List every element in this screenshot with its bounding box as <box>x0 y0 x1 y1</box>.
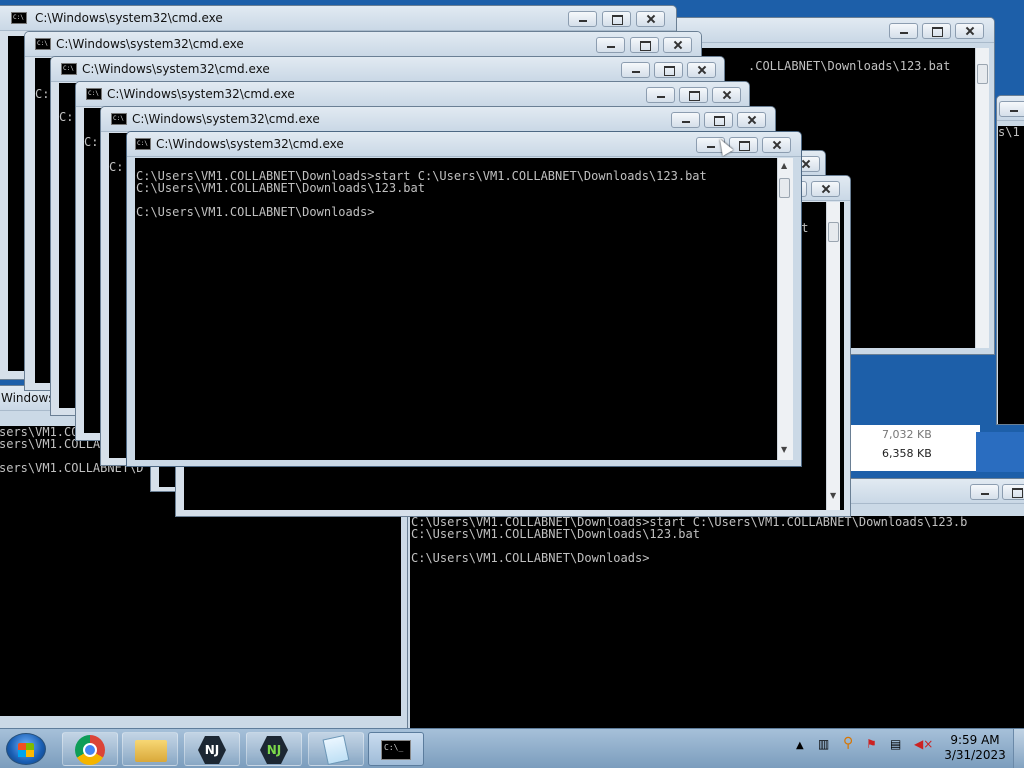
minimize-button[interactable] <box>999 101 1024 117</box>
cmd-icon: C:\ <box>135 138 151 150</box>
close-button[interactable] <box>636 11 665 27</box>
close-button[interactable] <box>663 37 692 53</box>
maximize-button[interactable] <box>1002 484 1024 500</box>
close-button[interactable] <box>955 23 984 39</box>
cmd-window-far-right[interactable]: s\1 <box>996 95 1024 425</box>
vertical-scrollbar[interactable]: ▼ <box>826 202 840 510</box>
window-title: C:\Windows\system32\cmd.exe <box>56 37 244 51</box>
window-title: C:\Windows\system32\cmd.exe <box>132 112 320 126</box>
explorer-file-list: 7,032 KB 6,358 KB <box>850 425 980 471</box>
minimize-button[interactable] <box>671 112 700 128</box>
windows-logo-icon <box>18 743 34 757</box>
close-button[interactable] <box>762 137 791 153</box>
title-bar[interactable]: C:\ C:\Windows\system32\cmd.exe <box>127 132 801 157</box>
scroll-down-arrow[interactable]: ▼ <box>781 446 787 454</box>
close-button[interactable] <box>737 112 766 128</box>
file-size: 6,358 KB <box>882 447 932 460</box>
nj-app-green-taskbar-button[interactable]: NJ <box>246 732 302 766</box>
terminal-output: C:\Users\VM1.COLLABNET\Downloads>start C… <box>410 516 1024 736</box>
title-bar[interactable]: C:\ C:\Windows\system32\cmd.exe <box>101 107 775 132</box>
start-button[interactable] <box>6 733 46 765</box>
file-size: 7,032 KB <box>882 428 932 441</box>
vertical-scrollbar[interactable]: ▲ ▼ <box>777 158 793 460</box>
show-hidden-icons[interactable]: ▲ <box>796 740 804 751</box>
close-button[interactable] <box>712 87 741 103</box>
cmd-icon: C:\ <box>86 88 102 100</box>
show-desktop-button[interactable] <box>1013 729 1024 768</box>
maximize-button[interactable] <box>654 62 683 78</box>
window-title: C:\Windows\system32\cmd.exe <box>107 87 295 101</box>
clock[interactable]: 9:59 AM 3/31/2023 <box>940 733 1010 763</box>
vertical-scrollbar[interactable] <box>975 48 989 348</box>
folder-icon <box>135 740 167 762</box>
window-title: C:\Windows\system32\cmd.exe <box>35 11 223 25</box>
search-icon[interactable]: ⚲ <box>843 735 853 751</box>
scroll-down-arrow[interactable]: ▼ <box>830 492 836 500</box>
minimize-button[interactable] <box>621 62 650 78</box>
nj-app-icon: NJ <box>198 736 226 764</box>
desktop-fragment <box>976 432 1024 472</box>
notepad-icon <box>322 734 350 766</box>
cmd-window-front[interactable]: C:\ C:\Windows\system32\cmd.exe C:\Users… <box>126 131 802 467</box>
terminal-output: s\1 <box>998 126 1024 424</box>
command-prompt-taskbar-button[interactable]: C:\_ <box>368 732 424 766</box>
minimize-button[interactable] <box>889 23 918 39</box>
taskbar: NJ NJ C:\_ ▲ ▥ ⚲ ⚑ ▤ ◀× 9:59 AM 3/31/202… <box>0 728 1024 768</box>
maximize-button[interactable] <box>630 37 659 53</box>
terminal-line: C:\Users\VM1.COLLABNET\Downloads\123.bat <box>136 181 425 195</box>
maximize-button[interactable] <box>922 23 951 39</box>
terminal-line: C:\Users\VM1.COLLABNET\Downloads> <box>136 205 375 219</box>
clock-time: 9:59 AM <box>950 733 1000 747</box>
action-center-icon[interactable]: ⚑ <box>866 737 877 751</box>
cmd-window-bottom-right[interactable]: C:\Users\VM1.COLLABNET\Downloads>start C… <box>402 478 1024 738</box>
nj-app-taskbar-button[interactable]: NJ <box>184 732 240 766</box>
cmd-icon: C:\ <box>111 113 127 125</box>
chrome-icon <box>75 735 105 765</box>
title-bar[interactable]: C:\ C:\Windows\system32\cmd.exe <box>76 82 749 107</box>
close-button[interactable] <box>811 181 840 197</box>
cmd-icon: C:\ <box>11 12 27 24</box>
chrome-taskbar-button[interactable] <box>62 732 118 766</box>
window-title: C:\Windows\system32\cmd.exe <box>156 137 344 151</box>
close-button[interactable] <box>687 62 716 78</box>
minimize-button[interactable] <box>646 87 675 103</box>
terminal-output: C:\Users\VM1.COLLABNET\Downloads>start C… <box>135 158 777 460</box>
clock-date: 3/31/2023 <box>944 748 1006 762</box>
network-icon[interactable]: ▤ <box>890 737 901 751</box>
maximize-button[interactable] <box>729 137 758 153</box>
network-status-icon[interactable]: ▥ <box>818 737 829 751</box>
terminal-line: C:\Users\VM1.COLLABNET\Downloads> <box>411 551 650 565</box>
maximize-button[interactable] <box>704 112 733 128</box>
maximize-button[interactable] <box>679 87 708 103</box>
minimize-button[interactable] <box>596 37 625 53</box>
file-explorer-taskbar-button[interactable] <box>122 732 178 766</box>
scroll-up-arrow[interactable]: ▲ <box>781 162 787 170</box>
scroll-thumb[interactable] <box>977 64 988 84</box>
window-title: C:\Windows\system32\cmd.exe <box>82 62 270 76</box>
scroll-thumb[interactable] <box>828 222 839 242</box>
minimize-button[interactable] <box>970 484 999 500</box>
command-prompt-icon: C:\_ <box>381 740 411 760</box>
title-bar[interactable]: C:\ C:\Windows\system32\cmd.exe <box>51 57 724 82</box>
title-bar[interactable]: C:\ C:\Windows\system32\cmd.exe <box>0 6 676 31</box>
notepad-taskbar-button[interactable] <box>308 732 364 766</box>
title-bar[interactable] <box>997 96 1024 121</box>
title-bar[interactable]: C:\ C:\Windows\system32\cmd.exe <box>25 32 701 57</box>
minimize-button[interactable] <box>568 11 597 27</box>
nj-app-green-icon: NJ <box>260 736 288 764</box>
cmd-icon: C:\ <box>61 63 77 75</box>
volume-muted-icon[interactable]: ◀× <box>914 737 933 751</box>
cmd-icon: C:\ <box>35 38 51 50</box>
maximize-button[interactable] <box>602 11 631 27</box>
terminal-line: C:\Users\VM1.COLLABNET\Downloads\123.bat <box>411 527 700 541</box>
scroll-thumb[interactable] <box>779 178 790 198</box>
